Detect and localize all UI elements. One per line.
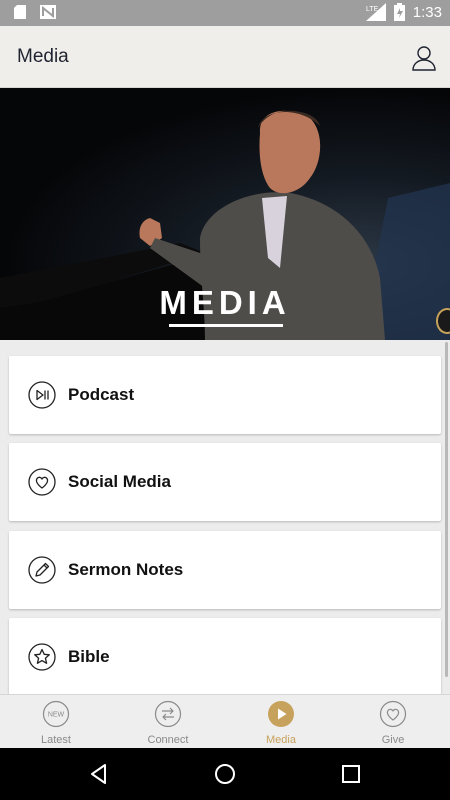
tab-connect[interactable]: Connect [112,695,224,749]
network-label: LTE [366,6,379,13]
menu-item-social-media[interactable]: Social Media [9,443,441,521]
connect-icon [154,700,182,728]
menu-item-label: Podcast [68,385,135,404]
recents-icon[interactable] [339,762,363,786]
pencil-icon [28,556,56,584]
profile-icon[interactable] [410,44,438,72]
screen: LTE 1:33 Media MEDIA Podcast Social Medi… [0,0,450,800]
heart-icon [379,700,407,728]
tab-label: Latest [41,734,71,746]
n-notification-icon [40,5,56,19]
tab-label: Connect [147,734,189,746]
tab-give[interactable]: Give [337,695,449,749]
menu-item-sermon-notes[interactable]: Sermon Notes [9,531,441,609]
signal-icon: LTE [365,3,386,21]
menu-item-label: Sermon Notes [68,560,184,579]
new-icon: NEW [42,700,70,728]
menu-item-label: Bible [68,647,110,666]
hero-title: MEDIA [159,284,291,321]
tab-label: Media [266,734,296,746]
app-bar: Media [0,26,450,88]
menu-item-bible[interactable]: Bible [9,618,441,694]
tab-media[interactable]: Media [225,695,337,749]
status-bar: LTE 1:33 [0,0,450,26]
status-time: 1:33 [412,3,442,21]
hero-underline [169,324,283,327]
back-icon[interactable] [87,762,111,786]
page-title: Media [17,46,69,67]
bottom-tab-bar: NEW Latest Connect Media Give [0,694,450,748]
battery-icon [393,3,405,21]
menu-item-label: Social Media [68,472,171,491]
play-icon [268,701,294,727]
podcast-icon [28,381,56,409]
system-nav-bar [0,748,450,800]
star-icon [28,643,56,671]
media-menu-list: Podcast Social Media Sermon Notes Bible [0,340,450,694]
scrollbar[interactable] [445,342,448,677]
tab-label: Give [381,734,405,746]
home-icon[interactable] [213,762,237,786]
heart-icon [28,468,56,496]
sd-card-icon [14,5,26,19]
menu-item-podcast[interactable]: Podcast [9,356,441,434]
hero-banner: MEDIA [0,88,450,340]
new-badge-text: NEW [48,712,65,719]
tab-latest[interactable]: NEW Latest [0,695,112,749]
